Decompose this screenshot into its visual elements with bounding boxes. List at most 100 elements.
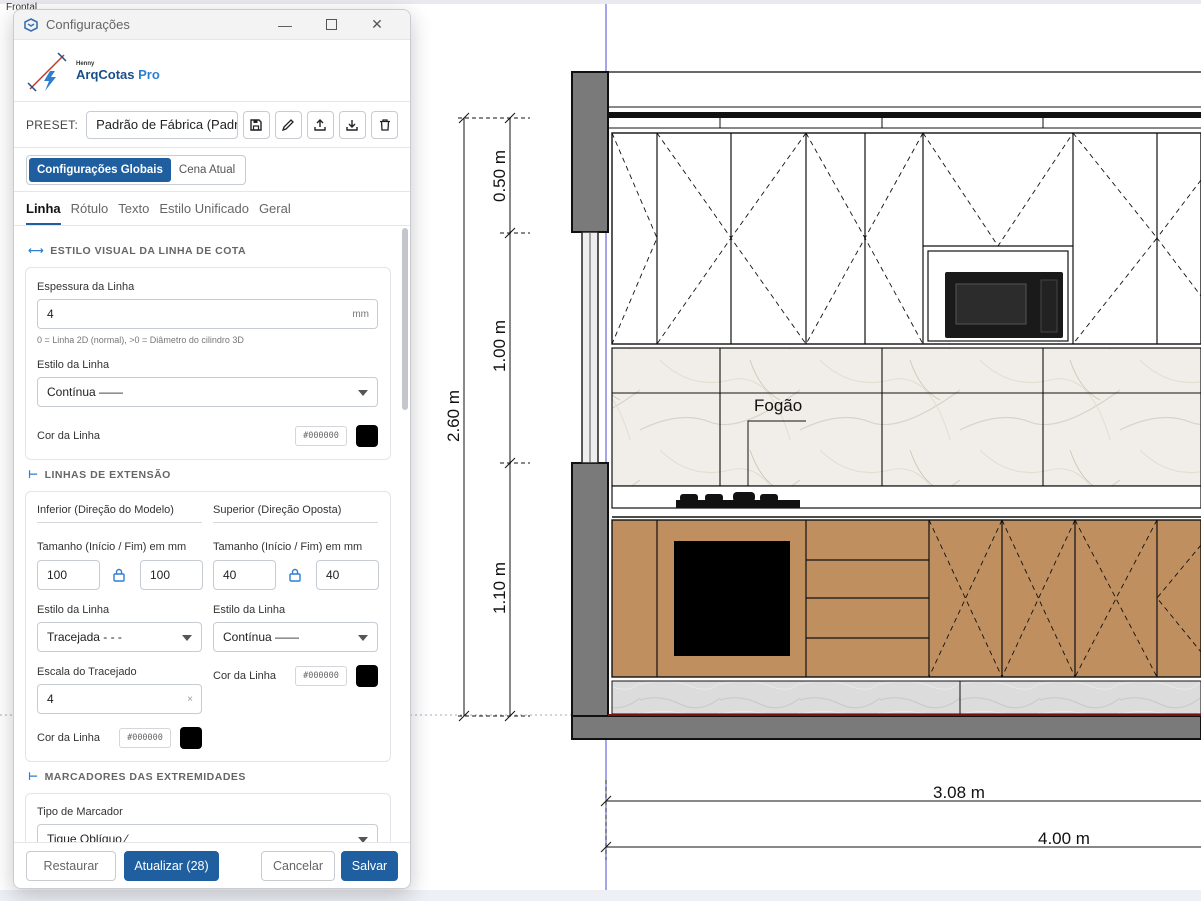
marker-type-value: Tique Oblíquo ⁄: [47, 832, 128, 842]
update-button[interactable]: Atualizar (28): [124, 850, 219, 881]
lower-color-label: Cor da Linha: [37, 732, 100, 744]
tab-geral[interactable]: Geral: [259, 201, 291, 225]
line-color-label: Cor da Linha: [37, 430, 100, 442]
upper-style-value: Contínua ——: [223, 630, 300, 644]
upper-end-input[interactable]: 40: [316, 560, 379, 590]
lower-header: Inferior (Direção do Modelo): [37, 504, 174, 516]
section-visual-style-title: ESTILO VISUAL DA LINHA DE COTA: [50, 244, 247, 257]
upper-color-hex[interactable]: #000000: [295, 666, 347, 686]
save-button[interactable]: Salvar: [341, 850, 398, 881]
section-visual-style: ⟷ ESTILO VISUAL DA LINHA DE COTA: [28, 244, 247, 258]
title-bar[interactable]: Configurações — ✕: [14, 10, 410, 40]
dash-scale-input[interactable]: 4 ×: [37, 684, 202, 714]
import-preset-button[interactable]: [338, 110, 366, 139]
extension-lines-card: Inferior (Direção do Modelo) Superior (D…: [25, 491, 391, 762]
marker-type-label: Tipo de Marcador: [37, 806, 123, 818]
upper-color-swatch[interactable]: [356, 665, 378, 687]
visual-style-card: Espessura da Linha 4 mm 0 = Linha 2D (no…: [25, 267, 391, 460]
scope-global-button[interactable]: Configurações Globais: [29, 157, 171, 182]
preset-row: PRESET: Padrão de Fábrica (Padrã: [14, 102, 410, 148]
minimize-icon[interactable]: —: [262, 10, 308, 40]
cancel-button[interactable]: Cancelar: [261, 850, 335, 881]
settings-scroll-area[interactable]: ⟷ ESTILO VISUAL DA LINHA DE COTA Espessu…: [14, 228, 410, 842]
thickness-input[interactable]: 4 mm: [37, 299, 378, 329]
window-title: Configurações: [46, 17, 130, 32]
arqcotas-logo: [27, 51, 67, 92]
line-color-hex[interactable]: #000000: [295, 426, 347, 446]
scope-row: Configurações Globais Cena Atual: [14, 148, 410, 192]
stove-label: Fogão: [754, 396, 803, 415]
export-preset-button[interactable]: [306, 110, 334, 139]
dimension-outer-width: 4.00 m: [1038, 829, 1090, 848]
scope-toggle: Configurações Globais Cena Atual: [26, 154, 247, 185]
upper-color-label: Cor da Linha: [213, 670, 276, 682]
lock-icon[interactable]: [112, 568, 126, 582]
trash-icon: [379, 118, 390, 131]
lower-end-input[interactable]: 100: [140, 560, 203, 590]
upper-header: Superior (Direção Oposta): [213, 504, 342, 516]
line-style-select[interactable]: Contínua ——: [37, 377, 378, 407]
edit-preset-button[interactable]: [274, 110, 302, 139]
dash-scale-label: Escala do Tracejado: [37, 666, 137, 678]
upper-start-input[interactable]: 40: [213, 560, 276, 590]
upload-icon: [314, 118, 327, 131]
tab-estilo-unificado[interactable]: Estilo Unificado: [159, 201, 249, 225]
upper-style-select[interactable]: Contínua ——: [213, 622, 378, 652]
upper-header-rule: [213, 522, 378, 523]
thickness-hint: 0 = Linha 2D (normal), >0 = Diâmetro do …: [37, 335, 244, 345]
tab-linha[interactable]: Linha: [26, 201, 61, 225]
logo-title-pro: Pro: [134, 66, 160, 82]
end-markers-card: Tipo de Marcador Tique Oblíquo ⁄: [25, 793, 391, 842]
lower-color-hex[interactable]: #000000: [119, 728, 171, 748]
close-icon[interactable]: ✕: [354, 10, 400, 40]
lower-color-swatch[interactable]: [180, 727, 202, 749]
scrollbar-thumb[interactable]: [402, 228, 408, 410]
tab-texto[interactable]: Texto: [118, 201, 149, 225]
lower-header-rule: [37, 522, 202, 523]
thickness-unit: mm: [352, 308, 369, 320]
section-end-markers: ⊢ MARCADORES DAS EXTREMIDADES: [28, 770, 246, 784]
lower-start-input[interactable]: 100: [37, 560, 100, 590]
edit-icon: [282, 118, 295, 131]
lock-icon[interactable]: [288, 568, 302, 582]
scope-scene-button[interactable]: Cena Atual: [171, 158, 243, 182]
download-icon: [346, 119, 359, 131]
maximize-icon[interactable]: [308, 10, 354, 40]
section-markers-title: MARCADORES DAS EXTREMIDADES: [44, 770, 246, 783]
save-icon: [250, 118, 263, 131]
dimension-line-icon: ⟷: [28, 245, 45, 257]
extension-line-icon: ⊢: [28, 469, 39, 481]
section-extension-lines: ⊢ LINHAS DE EXTENSÃO: [28, 468, 171, 482]
logo-title: ArqCotas: [76, 66, 135, 82]
chevron-down-icon: [358, 635, 368, 641]
lower-size-label: Tamanho (Início / Fim) em mm: [37, 541, 187, 553]
upper-style-label: Estilo da Linha: [213, 604, 286, 616]
tab-rotulo[interactable]: Rótulo: [71, 201, 109, 225]
dimension-upper-cabinets: 0.50 m: [489, 150, 509, 202]
dimension-backsplash: 1.00 m: [489, 320, 509, 372]
chevron-down-icon: [182, 635, 192, 641]
chevron-down-icon: [358, 390, 368, 396]
delete-preset-button[interactable]: [371, 110, 399, 139]
preset-select[interactable]: Padrão de Fábrica (Padrã: [86, 110, 238, 139]
dash-scale-value: 4: [47, 692, 54, 706]
line-style-value: Contínua ——: [47, 385, 124, 399]
restore-button[interactable]: Restaurar: [26, 850, 116, 881]
app-icon: [24, 17, 38, 32]
thickness-label: Espessura da Linha: [37, 281, 135, 293]
dimension-total-height: 2.60 m: [443, 390, 463, 442]
lower-style-label: Estilo da Linha: [37, 604, 110, 616]
lower-style-value: Tracejada - - -: [47, 630, 122, 644]
clear-icon[interactable]: ×: [187, 694, 193, 705]
settings-dialog: Configurações — ✕ Henny ArqCotas Pro PRE…: [13, 9, 411, 889]
marker-type-select[interactable]: Tique Oblíquo ⁄: [37, 824, 378, 842]
line-color-swatch[interactable]: [356, 425, 378, 447]
settings-tabs: Linha Rótulo Texto Estilo Unificado Gera…: [14, 192, 410, 226]
marker-icon: ⊢: [28, 771, 39, 783]
save-preset-button[interactable]: [242, 110, 270, 139]
dialog-footer: Restaurar Atualizar (28) Cancelar Salvar: [14, 842, 410, 888]
thickness-value: 4: [47, 307, 54, 321]
upper-size-label: Tamanho (Início / Fim) em mm: [213, 541, 363, 553]
brand-header: Henny ArqCotas Pro: [14, 40, 410, 102]
lower-style-select[interactable]: Tracejada - - -: [37, 622, 202, 652]
